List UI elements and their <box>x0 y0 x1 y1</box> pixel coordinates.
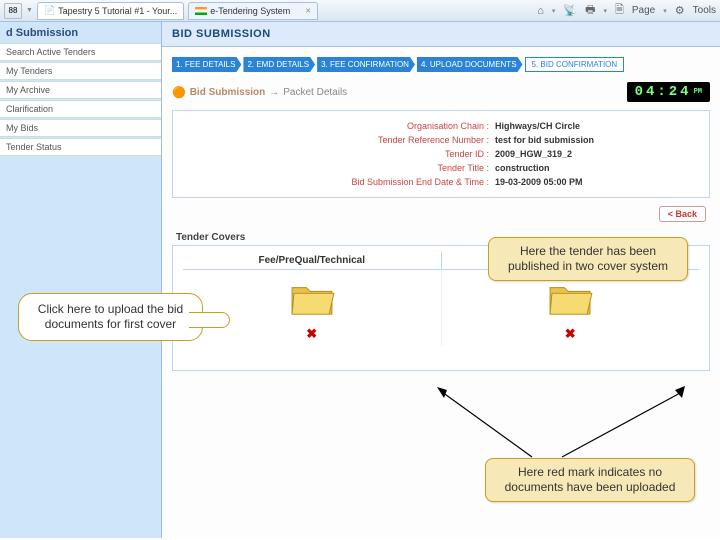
step-emd-details[interactable]: 2. EMD DETAILS <box>243 57 315 72</box>
sidebar-item-search-active-tenders[interactable]: Search Active Tenders <box>0 43 161 61</box>
breadcrumb-arrow-icon: 🟠 <box>172 86 186 99</box>
step-fee-confirmation[interactable]: 3. FEE CONFIRMATION <box>317 57 415 72</box>
page-title: BID SUBMISSION <box>162 22 720 47</box>
folder-icon-technical[interactable] <box>289 280 335 318</box>
sidebar-item-clarification[interactable]: Clarification <box>0 100 161 118</box>
breadcrumb: 🟠 Bid Submission → Packet Details <box>172 86 347 99</box>
sidebar-item-tender-status[interactable]: Tender Status <box>0 138 161 156</box>
main-content: BID SUBMISSION 1. FEE DETAILS 2. EMD DET… <box>162 22 720 538</box>
step-fee-details[interactable]: 1. FEE DETAILS <box>172 57 241 72</box>
sidebar-header: d Submission <box>0 24 161 43</box>
step-bid-confirmation[interactable]: 5. BID CONFIRMATION <box>525 57 625 72</box>
feed-icon[interactable]: 📡 <box>563 4 577 17</box>
breadcrumb-sub: Packet Details <box>283 87 347 98</box>
annotation-click-upload: Click here to upload the bid documents f… <box>18 293 203 341</box>
countdown-clock: 04:24PM <box>627 82 710 102</box>
browser-tab-1[interactable]: 📄 Tapestry 5 Tutorial #1 - Your... <box>37 2 184 20</box>
page-menu-label[interactable]: Page <box>632 5 655 16</box>
sidebar-item-my-tenders[interactable]: My Tenders <box>0 62 161 80</box>
favorites-count[interactable]: 88 <box>4 3 22 19</box>
print-icon[interactable]: 🖶 <box>585 1 595 20</box>
tools-icon[interactable]: ⚙ <box>675 4 685 17</box>
close-icon[interactable]: ✕ <box>305 7 311 15</box>
folder-icon-finance[interactable] <box>547 280 593 318</box>
step-upload-documents[interactable]: 4. UPLOAD DOCUMENTS <box>417 57 523 72</box>
annotation-arrows <box>332 372 692 472</box>
sidebar-item-my-bids[interactable]: My Bids <box>0 119 161 137</box>
home-icon[interactable]: ⌂ <box>537 5 544 17</box>
browser-tab-2[interactable]: e-Tendering System ✕ <box>188 2 318 20</box>
cover-col-technical: Fee/PreQual/Technical <box>183 252 442 269</box>
flag-icon <box>195 7 207 15</box>
wizard-steps: 1. FEE DETAILS 2. EMD DETAILS 3. FEE CON… <box>162 47 720 78</box>
annotation-two-cover: Here the tender has been published in tw… <box>488 237 688 281</box>
browser-toolbar: 88 ▼ 📄 Tapestry 5 Tutorial #1 - Your... … <box>0 0 720 22</box>
sidebar-item-my-archive[interactable]: My Archive <box>0 81 161 99</box>
page-menu-icon[interactable]: 🗎 <box>615 1 624 20</box>
tools-menu-label[interactable]: Tools <box>693 5 716 16</box>
page-icon: 📄 <box>44 5 55 16</box>
no-upload-indicator-finance: ✖ <box>565 326 576 342</box>
dropdown-icon[interactable]: ▼ <box>26 7 33 14</box>
back-button[interactable]: < Back <box>659 206 706 222</box>
no-upload-indicator-technical: ✖ <box>306 326 317 342</box>
sidebar: d Submission Search Active Tenders My Te… <box>0 22 162 538</box>
tender-details-panel: Organisation Chain :Highways/CH Circle T… <box>172 110 710 198</box>
annotation-red-mark: Here red mark indicates no documents hav… <box>485 458 695 502</box>
breadcrumb-main: Bid Submission <box>190 87 266 98</box>
